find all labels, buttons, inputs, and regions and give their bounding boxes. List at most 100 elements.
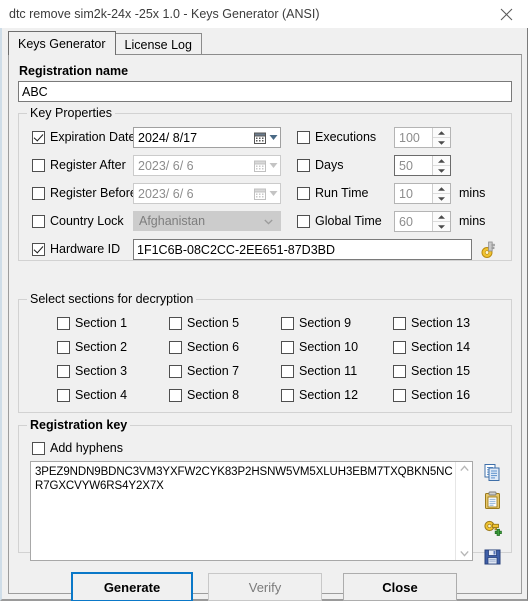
section-checkbox-13[interactable]: Section 13 bbox=[393, 316, 470, 330]
section-label-10: Section 10 bbox=[299, 340, 359, 354]
section-label-16: Section 16 bbox=[411, 388, 471, 402]
checkbox-box bbox=[297, 186, 310, 200]
save-icon bbox=[484, 549, 500, 564]
tab-license-log[interactable]: License Log bbox=[114, 33, 202, 55]
days-stepper-buttons[interactable] bbox=[432, 156, 450, 175]
stepper-down-button[interactable] bbox=[433, 138, 450, 147]
checkbox-box bbox=[393, 340, 406, 354]
section-label-13: Section 13 bbox=[411, 316, 471, 330]
registration-key-title: Registration key bbox=[27, 418, 131, 432]
hardware-id-input[interactable]: 1F1C6B-08C2CC-2EE651-87D3BD bbox=[133, 239, 472, 260]
verify-button-label: Verify bbox=[248, 579, 282, 595]
scroll-up-icon[interactable] bbox=[459, 465, 469, 472]
add-hyphens-checkbox[interactable]: Add hyphens bbox=[32, 441, 123, 455]
sections-group-title: Select sections for decryption bbox=[27, 292, 197, 306]
run-time-stepper-buttons[interactable] bbox=[432, 184, 450, 203]
section-checkbox-1[interactable]: Section 1 bbox=[57, 316, 127, 330]
country-lock-select[interactable]: Afghanistan bbox=[133, 211, 281, 231]
expiration-date-checkbox[interactable]: Expiration Date bbox=[32, 130, 135, 144]
stepper-up-button[interactable] bbox=[433, 156, 450, 166]
register-after-dropdown-button[interactable] bbox=[250, 156, 280, 175]
days-label: Days bbox=[315, 158, 344, 172]
section-label-7: Section 7 bbox=[187, 364, 240, 378]
register-after-date-field[interactable]: 2023/ 6/ 6 bbox=[133, 155, 281, 176]
scroll-down-icon[interactable] bbox=[459, 550, 469, 557]
registration-key-scrollbar[interactable] bbox=[455, 462, 472, 560]
tab-keys-generator[interactable]: Keys Generator bbox=[8, 31, 116, 55]
checkbox-box bbox=[393, 364, 406, 378]
global-time-stepper[interactable]: 60 bbox=[394, 211, 451, 232]
registration-key-value: 3PEZ9NDN9BDNC3VM3YXFW2CYK83P2HSNW5VM5XLU… bbox=[35, 466, 453, 492]
register-before-dropdown-button[interactable] bbox=[250, 184, 280, 203]
checkbox-box bbox=[57, 340, 70, 354]
register-before-date-field[interactable]: 2023/ 6/ 6 bbox=[133, 183, 281, 204]
close-button[interactable]: Close bbox=[343, 573, 457, 601]
paste-key-button[interactable] bbox=[480, 489, 504, 511]
caret-up-icon bbox=[438, 186, 445, 191]
country-lock-label: Country Lock bbox=[50, 214, 124, 228]
country-lock-checkbox[interactable]: Country Lock bbox=[32, 214, 124, 228]
global-time-stepper-buttons[interactable] bbox=[432, 212, 450, 231]
executions-stepper-buttons[interactable] bbox=[432, 128, 450, 147]
checkbox-box bbox=[281, 340, 294, 354]
section-checkbox-6[interactable]: Section 6 bbox=[169, 340, 239, 354]
copy-key-button[interactable] bbox=[480, 461, 504, 483]
expiration-date-field[interactable]: 2024/ 8/17 bbox=[133, 127, 281, 148]
stepper-down-button[interactable] bbox=[433, 166, 450, 175]
executions-stepper[interactable]: 100 bbox=[394, 127, 451, 148]
expiration-date-dropdown-button[interactable] bbox=[250, 128, 280, 147]
section-checkbox-4[interactable]: Section 4 bbox=[57, 388, 127, 402]
run-time-checkbox[interactable]: Run Time bbox=[297, 186, 369, 200]
section-checkbox-12[interactable]: Section 12 bbox=[281, 388, 358, 402]
section-checkbox-11[interactable]: Section 11 bbox=[281, 364, 357, 378]
window-title: dtc remove sim2k-24x -25x 1.0 - Keys Gen… bbox=[9, 7, 320, 21]
section-checkbox-10[interactable]: Section 10 bbox=[281, 340, 358, 354]
global-time-checkbox[interactable]: Global Time bbox=[297, 214, 382, 228]
stepper-down-button[interactable] bbox=[433, 194, 450, 203]
days-value: 50 bbox=[399, 158, 413, 173]
checkbox-box bbox=[32, 214, 45, 228]
key-icon bbox=[481, 241, 495, 258]
section-checkbox-5[interactable]: Section 5 bbox=[169, 316, 239, 330]
days-checkbox[interactable]: Days bbox=[297, 158, 343, 172]
hardware-id-checkbox[interactable]: Hardware ID bbox=[32, 242, 120, 256]
section-label-8: Section 8 bbox=[187, 388, 240, 402]
caret-up-icon bbox=[438, 158, 445, 163]
run-time-label: Run Time bbox=[315, 186, 369, 200]
keys-generator-window: dtc remove sim2k-24x -25x 1.0 - Keys Gen… bbox=[0, 0, 528, 601]
generate-button-label: Generate bbox=[103, 579, 161, 595]
section-checkbox-9[interactable]: Section 9 bbox=[281, 316, 351, 330]
register-before-checkbox[interactable]: Register Before bbox=[32, 186, 137, 200]
registration-name-input[interactable]: ABC bbox=[18, 81, 512, 102]
checkbox-box bbox=[57, 388, 70, 402]
section-checkbox-8[interactable]: Section 8 bbox=[169, 388, 239, 402]
section-checkbox-14[interactable]: Section 14 bbox=[393, 340, 470, 354]
section-checkbox-3[interactable]: Section 3 bbox=[57, 364, 127, 378]
save-key-button[interactable] bbox=[480, 545, 504, 567]
stepper-up-button[interactable] bbox=[433, 128, 450, 138]
chevron-down-icon bbox=[269, 135, 277, 140]
register-after-checkbox[interactable]: Register After bbox=[32, 158, 126, 172]
section-checkbox-7[interactable]: Section 7 bbox=[169, 364, 239, 378]
section-checkbox-15[interactable]: Section 15 bbox=[393, 364, 470, 378]
days-stepper[interactable]: 50 bbox=[394, 155, 451, 176]
chevron-down-icon bbox=[269, 191, 277, 196]
executions-checkbox[interactable]: Executions bbox=[297, 130, 376, 144]
stepper-down-button[interactable] bbox=[433, 222, 450, 231]
stepper-up-button[interactable] bbox=[433, 184, 450, 194]
stepper-up-button[interactable] bbox=[433, 212, 450, 222]
verify-button[interactable]: Verify bbox=[208, 573, 322, 601]
calendar-icon bbox=[253, 132, 266, 144]
section-checkbox-16[interactable]: Section 16 bbox=[393, 388, 470, 402]
run-time-stepper[interactable]: 10 bbox=[394, 183, 451, 204]
expiration-date-value: 2024/ 8/17 bbox=[138, 130, 198, 145]
key-properties-title: Key Properties bbox=[27, 106, 115, 120]
generate-button[interactable]: Generate bbox=[71, 572, 193, 601]
section-checkbox-2[interactable]: Section 2 bbox=[57, 340, 127, 354]
registration-key-textarea[interactable]: 3PEZ9NDN9BDNC3VM3YXFW2CYK83P2HSNW5VM5XLU… bbox=[30, 461, 473, 561]
close-window-button[interactable] bbox=[484, 0, 528, 28]
registration-name-value: ABC bbox=[22, 84, 48, 99]
add-key-button[interactable] bbox=[480, 517, 504, 539]
get-hardware-id-button[interactable] bbox=[477, 238, 501, 260]
register-after-label: Register After bbox=[50, 158, 126, 172]
